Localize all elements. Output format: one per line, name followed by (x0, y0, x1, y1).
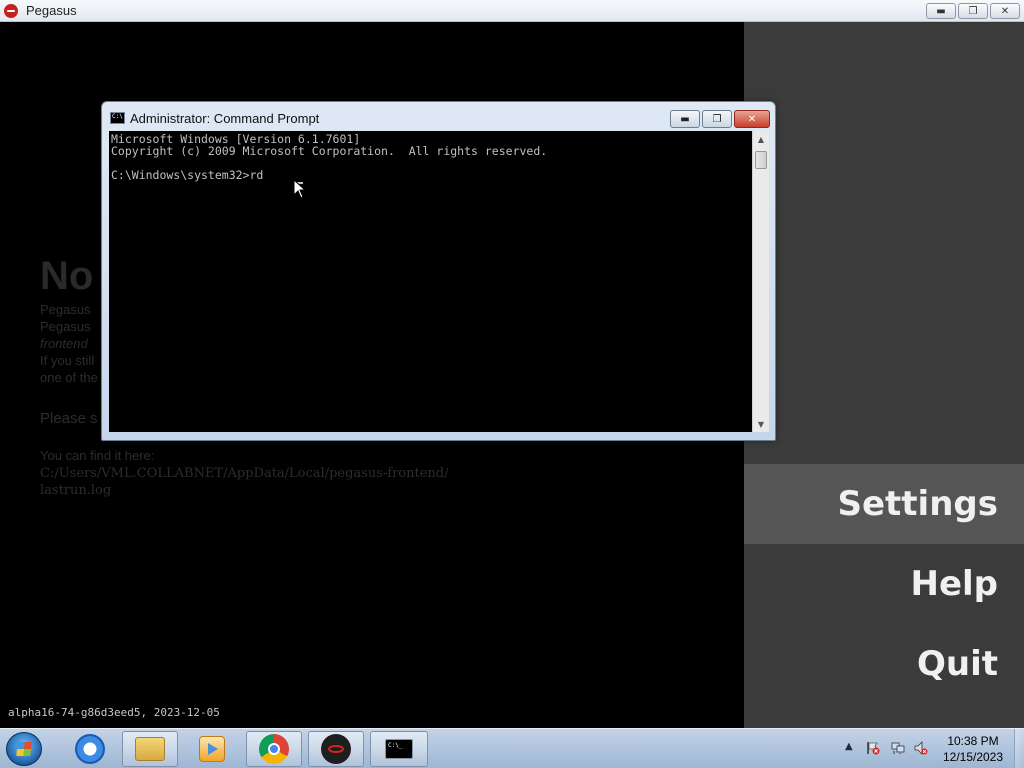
scroll-up-arrow-icon[interactable]: ▲ (753, 131, 769, 147)
minimize-button[interactable]: ▬ (926, 3, 956, 19)
menu-item-quit[interactable]: Quit (744, 624, 1024, 704)
side-menu: Settings Help Quit (744, 22, 1024, 728)
window-title: Pegasus (26, 3, 77, 18)
internet-explorer-icon (75, 734, 105, 764)
cmd-minimize-button[interactable]: ▬ (670, 110, 700, 128)
command-prompt-icon[interactable] (110, 112, 125, 124)
chrome-icon (259, 734, 289, 764)
version-label: alpha16-74-g86d3eed5, 2023-12-05 (8, 706, 220, 719)
pegasus-titlebar[interactable]: Pegasus ▬ ❐ ✕ (0, 0, 1024, 22)
command-prompt-window[interactable]: Administrator: Command Prompt ▬ ❐ ✕ Micr… (101, 101, 776, 441)
menu-item-settings[interactable]: Settings (744, 464, 1024, 544)
taskbar-pegasus[interactable] (308, 731, 364, 767)
taskbar-chrome[interactable] (246, 731, 302, 767)
taskbar: ▲ 10:38 PM 12/15/2023 (0, 728, 1024, 768)
network-icon[interactable] (891, 741, 905, 755)
cmd-maximize-button[interactable]: ❐ (702, 110, 732, 128)
log-location-label: You can find it here: (40, 448, 155, 463)
pegasus-icon (321, 734, 351, 764)
mouse-pointer-icon (293, 179, 307, 199)
minimize-icon: ▬ (680, 113, 690, 125)
console-prompt[interactable]: C:\Windows\system32>rd (111, 168, 263, 182)
folder-icon (135, 737, 165, 761)
scrollbar-thumb[interactable] (755, 151, 767, 169)
error-line: one of the (40, 370, 98, 385)
taskbar-command-prompt[interactable] (370, 731, 428, 767)
maximize-icon: ❐ (712, 113, 722, 125)
console-line: Copyright (c) 2009 Microsoft Corporation… (111, 144, 548, 158)
close-icon: ✕ (1000, 5, 1010, 17)
vertical-scrollbar[interactable]: ▲ ▼ (752, 131, 769, 432)
show-hidden-icons-chevron-icon[interactable]: ▲ (845, 741, 853, 752)
error-line: Pegasus (40, 302, 91, 317)
log-path: C:/Users/VML.COLLABNET/AppData/Local/peg… (40, 466, 449, 481)
scroll-down-arrow-icon[interactable]: ▼ (753, 416, 769, 432)
console-output[interactable]: Microsoft Windows [Version 6.1.7601] Cop… (109, 131, 752, 432)
error-line: frontend (40, 336, 88, 351)
start-button[interactable] (6, 732, 42, 766)
pegasus-logo-icon (4, 4, 18, 18)
close-button[interactable]: ✕ (990, 3, 1020, 19)
restore-icon: ❐ (968, 5, 978, 17)
error-heading: No (40, 254, 94, 298)
error-line: If you still (40, 353, 95, 368)
minimize-icon: ▬ (936, 5, 946, 17)
close-icon: ✕ (747, 113, 757, 125)
restore-button[interactable]: ❐ (958, 3, 988, 19)
taskbar-file-explorer[interactable] (122, 731, 178, 767)
error-line: Pegasus (40, 319, 91, 334)
media-player-icon (199, 736, 225, 762)
log-file-name: lastrun.log (40, 483, 112, 498)
action-center-flag-icon[interactable] (866, 741, 880, 755)
taskbar-internet-explorer[interactable] (62, 731, 118, 767)
cmd-window-title: Administrator: Command Prompt (130, 111, 320, 126)
menu-item-help[interactable]: Help (744, 544, 1024, 624)
clock-date[interactable]: 12/15/2023 (936, 750, 1010, 764)
clock-time[interactable]: 10:38 PM (936, 734, 1010, 748)
cmd-close-button[interactable]: ✕ (734, 110, 770, 128)
taskbar-media-player[interactable] (184, 731, 240, 767)
show-desktop-button[interactable] (1014, 729, 1024, 768)
command-prompt-icon (385, 739, 413, 759)
volume-muted-icon[interactable] (914, 741, 928, 755)
please-text: Please s (40, 410, 98, 427)
